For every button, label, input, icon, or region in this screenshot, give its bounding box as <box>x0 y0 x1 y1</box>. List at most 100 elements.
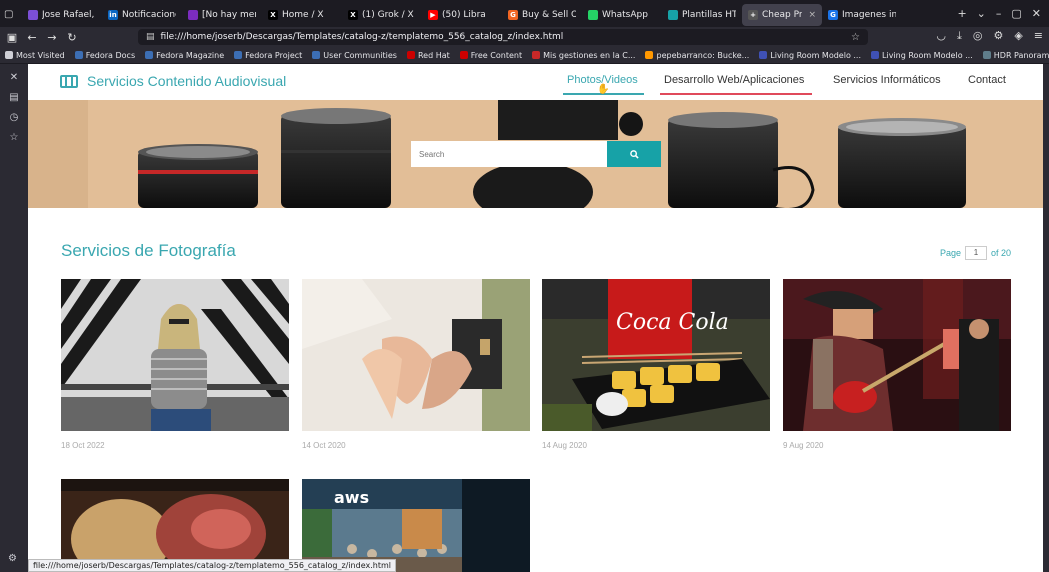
bookmark-icon <box>312 51 321 59</box>
photo-thumbnail[interactable] <box>783 279 1011 431</box>
page-number-input[interactable]: 1 <box>964 246 987 260</box>
bookmark-item[interactable]: Living Room Modelo ... <box>871 51 973 60</box>
bookmark-item[interactable]: HDR Panorama 0087 ... <box>982 50 1049 60</box>
browser-sidebar: ✕ ▤ ◷ ☆ <box>0 64 28 572</box>
tab-label: Notificacione <box>122 9 176 20</box>
bookmark-item[interactable]: Red Hat <box>406 50 450 60</box>
toolbar-icons: ◡ ⤓ ◎ ⚙ ◈ ≡ <box>936 29 1043 43</box>
sidebar-tools-icon[interactable]: ✕ <box>8 72 20 84</box>
navigation-bar: ▣ ← → ↻ ▤ file:///home/joserb/Descargas/… <box>0 27 1049 47</box>
browser-tab[interactable]: Jose Rafael, <box>22 4 102 26</box>
reload-icon[interactable]: ↻ <box>62 31 82 44</box>
close-tab-icon[interactable]: × <box>808 10 816 20</box>
forward-icon[interactable]: → <box>42 31 62 44</box>
browser-tab[interactable]: Plantillas HT <box>662 4 742 26</box>
browser-tab[interactable]: G Imagenes ins <box>822 4 902 26</box>
tab-favicon-icon <box>668 9 678 20</box>
tab-label: (1) Grok / X <box>362 9 414 20</box>
bookmark-item[interactable]: pepebarranco: Bucke... <box>645 51 749 60</box>
photo-date: 14 Aug 2020 <box>542 441 587 450</box>
tab-favicon-icon: X <box>268 9 278 20</box>
tab-label: Home / X <box>282 9 324 20</box>
photo-thumbnail[interactable] <box>302 279 530 431</box>
sidebar-star-icon[interactable]: ☆ <box>8 132 20 144</box>
bookmark-star-icon[interactable]: ☆ <box>851 32 860 43</box>
tab-favicon-icon: X <box>348 9 358 20</box>
woman-stripes-photo <box>61 279 289 431</box>
minimize-icon[interactable]: – <box>996 7 1002 20</box>
menu-icon[interactable]: ≡ <box>1034 29 1043 43</box>
photo-thumbnail[interactable]: Coca Cola <box>542 279 770 431</box>
new-tab-icon[interactable]: + <box>957 7 966 20</box>
tab-label: Imagenes ins <box>842 9 896 20</box>
tab-label: Plantillas HT <box>682 9 736 20</box>
nav-hover-underline <box>660 93 812 95</box>
search-icon <box>629 149 639 159</box>
tab-label: Buy & Sell On <box>522 9 576 20</box>
nav-web-development[interactable]: Desarrollo Web/Aplicaciones <box>664 74 804 86</box>
back-icon[interactable]: ← <box>22 31 42 44</box>
file-icon: ▤ <box>146 32 155 42</box>
bookmark-item[interactable]: Living Room Modelo ... <box>759 51 861 60</box>
browser-tab[interactable]: in Notificacione <box>102 4 182 26</box>
wedding-hands-photo <box>302 279 530 431</box>
search-button[interactable] <box>607 141 661 167</box>
film-icon <box>60 74 78 88</box>
pocket-icon[interactable]: ◡ <box>936 29 946 43</box>
tabbar-controls: + ⌄ – ▢ ✕ <box>957 7 1049 20</box>
tab-bar: ▢ Jose Rafael, in Notificacione [No hay men… <box>0 0 1049 27</box>
pager-label: Page <box>939 248 961 258</box>
bookmark-icon <box>759 51 768 59</box>
sidebar-history-icon[interactable]: ◷ <box>8 112 20 124</box>
tab-label: WhatsApp <box>602 9 648 20</box>
pagination: Page 1 of 20 <box>940 246 1011 260</box>
bookmark-label: Fedora Docs <box>85 50 136 60</box>
bookmark-label: Most Visited <box>16 50 65 60</box>
browser-tab[interactable]: + Cheap Produ × <box>742 3 822 26</box>
bookmark-item[interactable]: Free Content <box>459 51 522 60</box>
bookmark-icon <box>645 51 654 59</box>
browser-tab[interactable]: X Home / X <box>262 4 342 26</box>
sidebar-bookmarks-icon[interactable]: ▤ <box>8 92 20 104</box>
browser-tab[interactable]: G Buy & Sell On <box>502 4 582 26</box>
photo-thumbnail[interactable] <box>61 279 289 431</box>
brand[interactable]: Servicios Contenido Audiovisual <box>60 73 286 89</box>
bookmarks-toolbar: Most Visited Fedora Docs Fedora Magazine Fe… <box>0 47 1049 64</box>
browser-tab[interactable]: ▶ (50) Libra <box>422 4 502 26</box>
bookmark-label: HDR Panorama 0087 ... <box>993 50 1049 60</box>
bookmark-icon <box>459 51 468 59</box>
tab-favicon-icon: ▶ <box>428 9 438 20</box>
chevron-down-icon[interactable]: ⌄ <box>977 7 986 20</box>
url-bar[interactable]: ▤ file:///home/joserb/Descargas/Template… <box>138 29 868 45</box>
sidebar-toggle-icon[interactable]: ▣ <box>2 31 22 44</box>
nav-contact[interactable]: Contact <box>968 74 1006 86</box>
maximize-icon[interactable]: ▢ <box>1011 7 1021 20</box>
bookmark-item[interactable]: Fedora Project <box>234 51 302 60</box>
account-icon[interactable]: ◎ <box>973 29 983 43</box>
sidebar-settings-icon[interactable]: ⚙ <box>8 553 17 564</box>
bookmark-item[interactable]: User Communities <box>312 51 397 60</box>
tab-list-button[interactable]: ▢ <box>0 4 22 26</box>
bookmark-label: Living Room Modelo ... <box>770 50 862 60</box>
extensions-icon[interactable]: ⚙ <box>993 29 1003 43</box>
tab-favicon-icon <box>188 9 198 20</box>
downloads-icon[interactable]: ⤓ <box>957 29 962 43</box>
bookmark-item[interactable]: Fedora Magazine <box>145 51 224 60</box>
aws-text: aws <box>334 488 369 507</box>
status-url-tooltip: file:///home/joserb/Descargas/Templates/… <box>28 559 396 572</box>
bookmark-label: Red Hat <box>417 50 450 60</box>
search-input[interactable] <box>411 141 607 167</box>
photo-date: 9 Aug 2020 <box>783 441 824 450</box>
bookmark-item[interactable]: Most Visited <box>5 51 65 60</box>
photo-date: 14 Oct 2020 <box>302 441 346 450</box>
nav-it-services[interactable]: Servicios Informáticos <box>833 74 941 86</box>
tab-favicon-icon: G <box>828 9 838 20</box>
page-scrollbar[interactable] <box>1043 64 1049 572</box>
shield-icon[interactable]: ◈ <box>1014 29 1022 43</box>
browser-tab[interactable]: [No hay men <box>182 4 262 26</box>
close-window-icon[interactable]: ✕ <box>1032 7 1041 20</box>
bookmark-item[interactable]: Mis gestiones en la C... <box>532 51 635 60</box>
browser-tab[interactable]: WhatsApp <box>582 4 662 26</box>
browser-tab[interactable]: X (1) Grok / X <box>342 4 422 26</box>
bookmark-item[interactable]: Fedora Docs <box>74 50 136 60</box>
